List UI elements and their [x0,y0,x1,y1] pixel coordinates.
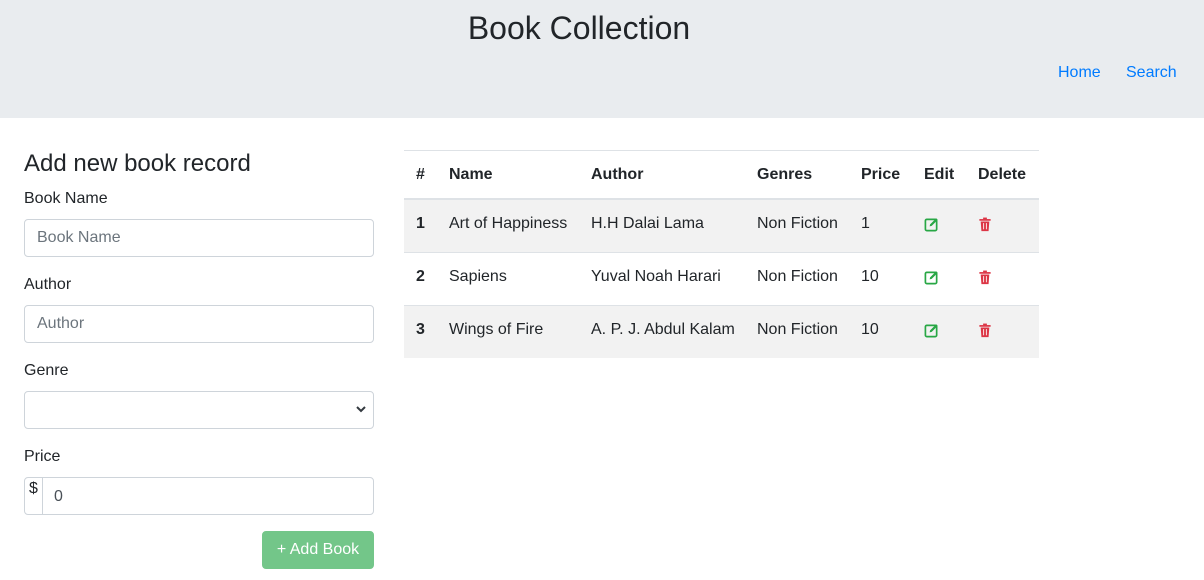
table-row: 3 Wings of Fire A. P. J. Abdul Kalam Non… [404,304,1039,358]
chevron-down-icon [356,406,366,413]
delete-cell [966,199,1039,253]
nav-search-link[interactable]: Search [1126,63,1177,82]
genre-label: Genre [24,362,69,379]
form-title: Add new book record [24,150,251,177]
row-author: H.H Dalai Lama [591,214,704,232]
delete-cell [966,304,1039,358]
table-row: 1 Art of Happiness H.H Dalai Lama Non Fi… [404,198,1039,253]
row-author: Yuval Noah Harari [579,251,745,305]
column-header-name: Name [437,150,579,200]
row-genres: Non Fiction [745,251,849,305]
row-index: 1 [416,214,425,232]
books-table: # Name Author Genres Price Edit Delete 1… [404,150,1039,358]
page-title: Book Collection [467,10,691,46]
genre-select[interactable] [24,391,374,429]
edit-icon[interactable] [924,265,939,285]
column-header-index: # [404,150,437,200]
column-header-edit: Edit [912,150,966,200]
row-genres: Non Fiction [757,214,838,232]
add-book-button[interactable]: + Add Book [262,531,374,569]
row-author: A. P. J. Abdul Kalam [579,304,745,358]
row-book-name: Art of Happiness [449,214,568,232]
trash-icon[interactable] [978,265,992,285]
row-index: 3 [404,304,437,358]
edit-cell [912,199,966,253]
row-genres: Non Fiction [745,304,849,358]
nav-home-link[interactable]: Home [1058,63,1101,82]
row-book-name: Sapiens [437,251,579,305]
book-name-label: Book Name [24,190,108,207]
header: Book Collection Home Search [0,0,1204,118]
edit-cell [912,251,966,305]
column-header-price: Price [849,150,912,200]
column-header-genres: Genres [745,150,849,200]
row-price: 1 [861,214,870,232]
row-price: 10 [849,304,912,358]
trash-icon[interactable] [978,318,992,338]
price-input[interactable]: 0 [54,487,63,506]
column-header-delete: Delete [966,150,1039,200]
price-label: Price [24,448,61,465]
edit-cell [912,304,966,358]
row-book-name: Wings of Fire [437,304,579,358]
trash-icon[interactable] [978,212,992,232]
delete-cell [966,251,1039,305]
currency-prefix: $ [25,478,43,514]
column-header-author: Author [579,150,745,200]
author-input[interactable] [24,305,374,343]
table-header-row: # Name Author Genres Price Edit Delete [404,150,1039,200]
row-index: 2 [404,251,437,305]
edit-icon[interactable] [924,318,939,338]
table-row: 2 Sapiens Yuval Noah Harari Non Fiction … [404,251,1039,305]
edit-icon[interactable] [924,212,939,232]
price-input-group: $ 0 [24,477,374,515]
row-price: 10 [849,251,912,305]
author-label: Author [24,276,72,293]
book-name-input[interactable] [24,219,374,257]
